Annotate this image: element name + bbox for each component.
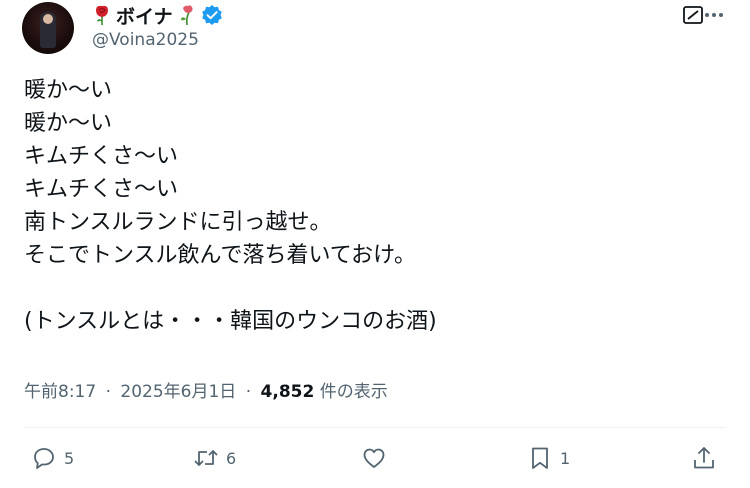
tweet-line: 南トンスルランドに引っ越せ。 <box>24 210 332 235</box>
view-label: 件の表示 <box>319 382 388 402</box>
share-icon <box>694 447 714 469</box>
retweet-icon <box>194 450 218 466</box>
divider <box>24 427 726 428</box>
heart-icon <box>363 448 385 468</box>
verified-badge-icon <box>201 5 222 25</box>
reply-button[interactable]: 5 <box>30 444 74 472</box>
action-bar: 5 6 1 <box>0 440 750 480</box>
meta-separator: · <box>245 382 252 402</box>
share-button[interactable] <box>690 444 718 472</box>
reply-count: 5 <box>64 448 75 468</box>
reply-icon <box>34 448 54 469</box>
more-options-icon[interactable] <box>702 4 726 26</box>
tweet-meta: 午前8:17 · 2025年6月1日 · 4,852 件の表示 <box>24 377 388 402</box>
tweet-date[interactable]: 2025年6月1日 <box>120 382 236 402</box>
retweet-button[interactable]: 6 <box>192 444 236 472</box>
tweet-header: ボイナ @Voina2025 <box>0 0 750 62</box>
bookmark-count: 1 <box>560 448 571 468</box>
bookmark-button[interactable]: 1 <box>526 444 570 472</box>
author-name-row: ボイナ <box>92 2 223 28</box>
grok-icon[interactable] <box>682 5 704 25</box>
like-button[interactable] <box>360 444 394 472</box>
tweet-text: 暖か～い 暖か～い キムチくさ～い キムチくさ～い 南トンスルランドに引っ越せ。… <box>24 74 724 338</box>
tweet-line: そこでトンスル飲んで落ち着いておけ。 <box>24 243 417 268</box>
tweet-line: (トンスルとは・・・韓国のウンコのお酒) <box>24 309 437 334</box>
retweet-count: 6 <box>226 448 237 468</box>
tweet-line: 暖か～い <box>24 111 113 136</box>
author-display-name[interactable]: ボイナ <box>116 2 173 29</box>
tweet-line: キムチくさ～い <box>24 177 179 202</box>
meta-separator: · <box>105 382 111 402</box>
avatar[interactable] <box>22 2 74 54</box>
wilted-tulip-icon <box>180 5 193 26</box>
tweet-line: キムチくさ～い <box>24 144 179 169</box>
author-handle[interactable]: @Voina2025 <box>92 30 199 50</box>
bookmark-icon <box>532 447 548 469</box>
tweet-line: 暖か～い <box>24 78 113 103</box>
view-count: 4,852 <box>260 382 315 402</box>
tweet-time[interactable]: 午前8:17 <box>24 382 96 402</box>
avatar-face <box>43 14 53 24</box>
rose-icon <box>96 5 108 25</box>
